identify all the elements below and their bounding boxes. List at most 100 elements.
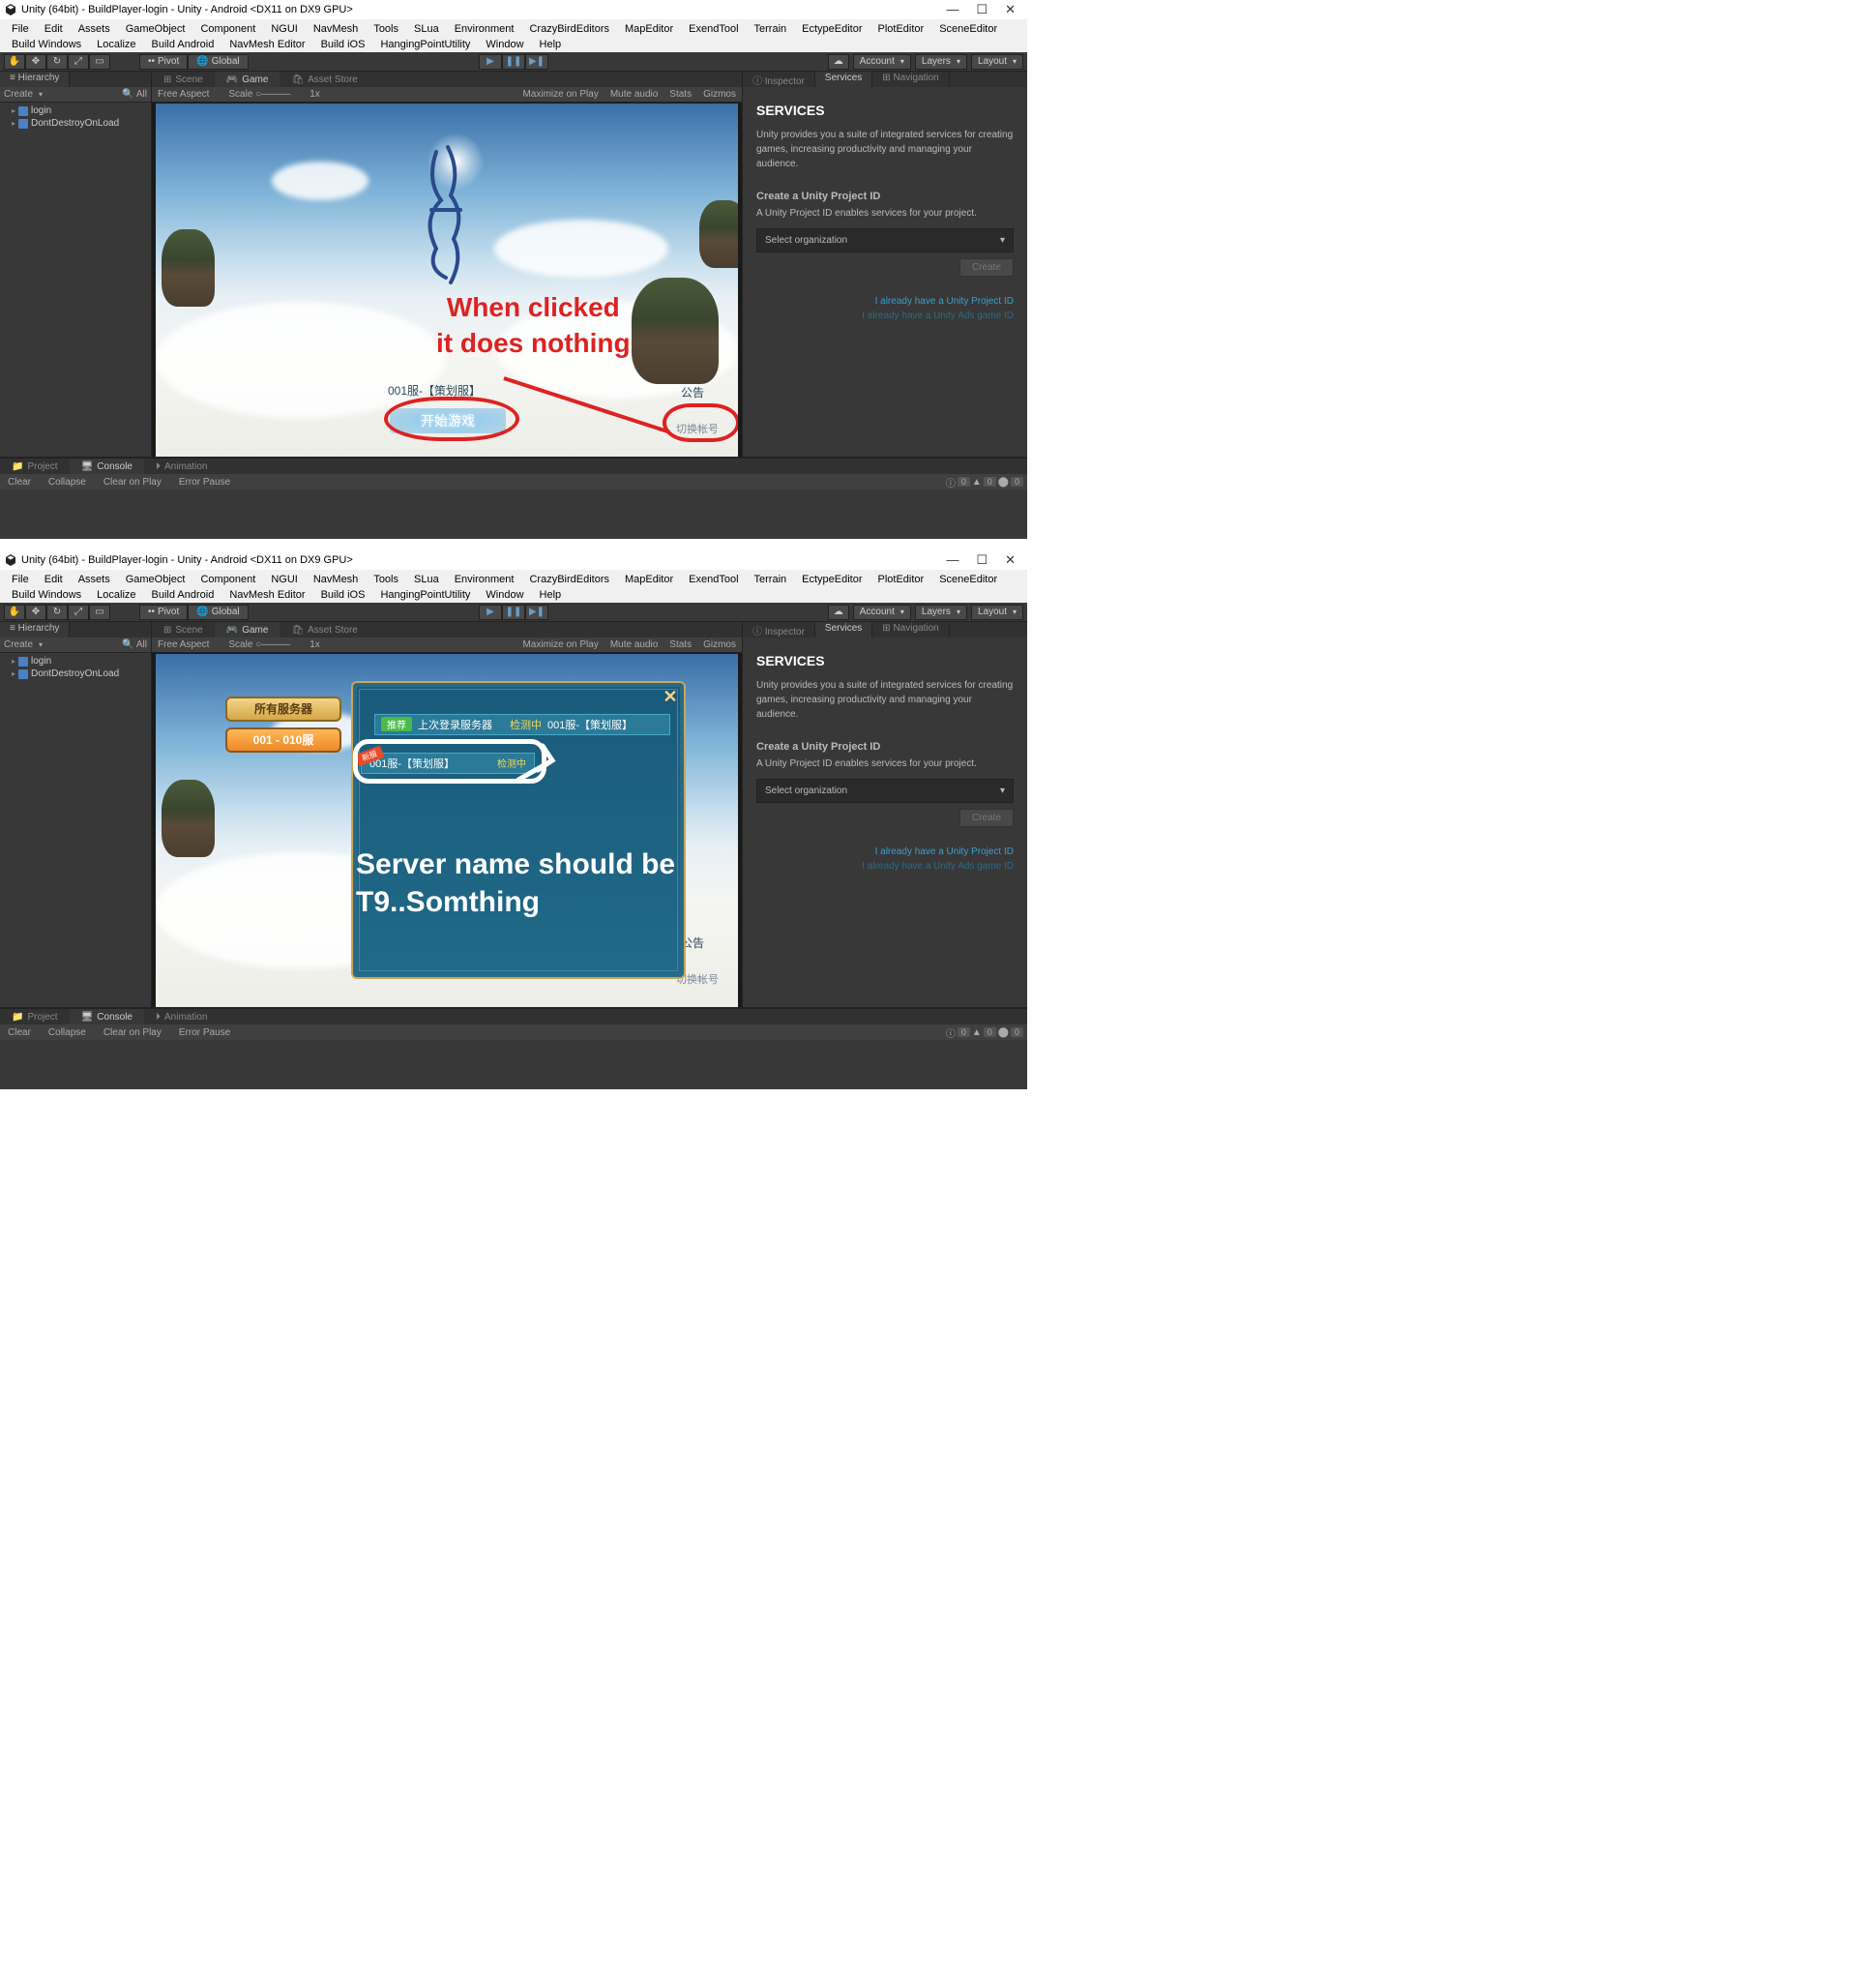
create-button[interactable]: Create bbox=[959, 809, 1014, 827]
menu-crazybird[interactable]: CrazyBirdEditors bbox=[521, 572, 617, 587]
error-icon[interactable]: ⬤ bbox=[998, 1027, 1009, 1038]
maximize-button[interactable]: ☐ bbox=[976, 2, 987, 17]
rotate-tool-icon[interactable]: ↻ bbox=[46, 605, 68, 620]
menu-navmesh[interactable]: NavMesh bbox=[306, 572, 366, 587]
navigation-tab[interactable]: ⊞ Navigation bbox=[872, 72, 949, 87]
menu-terrain[interactable]: Terrain bbox=[747, 21, 795, 37]
pivot-button[interactable]: •• Pivot bbox=[139, 54, 188, 70]
menu-hanging[interactable]: HangingPointUtility bbox=[372, 587, 478, 603]
navigation-tab[interactable]: ⊞ Navigation bbox=[872, 622, 949, 638]
account-dropdown[interactable]: Account bbox=[853, 54, 911, 70]
info-icon[interactable]: ⓘ bbox=[946, 1025, 956, 1040]
search-all[interactable]: All bbox=[136, 89, 147, 100]
stats-toggle[interactable]: Stats bbox=[669, 89, 692, 100]
layout-dropdown[interactable]: Layout bbox=[971, 605, 1023, 620]
menu-ectype[interactable]: EctypeEditor bbox=[794, 21, 870, 37]
all-servers-button[interactable]: 所有服务器 bbox=[225, 697, 341, 722]
close-icon[interactable]: ✕ bbox=[661, 687, 680, 706]
gizmos-toggle[interactable]: Gizmos bbox=[703, 639, 736, 650]
menu-ectype[interactable]: EctypeEditor bbox=[794, 572, 870, 587]
menu-edit[interactable]: Edit bbox=[37, 572, 71, 587]
error-icon[interactable]: ⬤ bbox=[998, 477, 1009, 488]
play-button[interactable]: ▶ bbox=[479, 54, 502, 70]
menu-file[interactable]: File bbox=[4, 21, 37, 37]
hierarchy-item-dontdestroy[interactable]: DontDestroyOnLoad bbox=[0, 668, 151, 680]
gizmos-toggle[interactable]: Gizmos bbox=[703, 89, 736, 100]
clear-button[interactable]: Clear bbox=[4, 1027, 35, 1038]
collapse-button[interactable]: Collapse bbox=[44, 1027, 90, 1038]
create-dropdown[interactable]: Create bbox=[4, 89, 33, 100]
menu-ngui[interactable]: NGUI bbox=[263, 21, 306, 37]
menu-assets[interactable]: Assets bbox=[71, 572, 118, 587]
asset-store-tab[interactable]: 🛍 Asset Store bbox=[280, 622, 368, 638]
pause-button[interactable]: ❚❚ bbox=[502, 605, 525, 620]
warn-icon[interactable]: ▲ bbox=[972, 477, 982, 488]
step-button[interactable]: ▶❚ bbox=[525, 54, 548, 70]
hand-tool-icon[interactable]: ✋ bbox=[4, 605, 25, 620]
menu-plot[interactable]: PlotEditor bbox=[870, 572, 932, 587]
menu-tools[interactable]: Tools bbox=[366, 21, 406, 37]
inspector-tab[interactable]: ⓘ Inspector bbox=[743, 622, 815, 638]
menu-window[interactable]: Window bbox=[478, 587, 531, 603]
rotate-tool-icon[interactable]: ↻ bbox=[46, 54, 68, 70]
scene-tab[interactable]: ⊞ Scene bbox=[152, 72, 215, 87]
scale-tool-icon[interactable]: ⤢ bbox=[68, 54, 89, 70]
collapse-button[interactable]: Collapse bbox=[44, 477, 90, 488]
menu-navmesheditor[interactable]: NavMesh Editor bbox=[221, 37, 312, 52]
menu-localize[interactable]: Localize bbox=[89, 587, 143, 603]
menu-slua[interactable]: SLua bbox=[406, 21, 447, 37]
org-dropdown[interactable]: Select organization▾ bbox=[756, 228, 1014, 252]
menu-buildios[interactable]: Build iOS bbox=[313, 587, 373, 603]
project-tab[interactable]: 📁 Project bbox=[0, 459, 70, 474]
menu-exendtool[interactable]: ExendTool bbox=[681, 572, 746, 587]
animation-tab[interactable]: ⏵ Animation bbox=[144, 1009, 219, 1024]
menu-slua[interactable]: SLua bbox=[406, 572, 447, 587]
menu-buildwin[interactable]: Build Windows bbox=[4, 587, 89, 603]
clear-button[interactable]: Clear bbox=[4, 477, 35, 488]
clear-on-play-button[interactable]: Clear on Play bbox=[100, 477, 165, 488]
stats-toggle[interactable]: Stats bbox=[669, 639, 692, 650]
game-canvas[interactable]: 001服-【策划服】 开始游戏 公告 切换帐号 When clicked it … bbox=[156, 104, 738, 457]
maximize-button[interactable]: ☐ bbox=[976, 552, 987, 568]
server-range-button[interactable]: 001 - 010服 bbox=[225, 727, 341, 753]
minimize-button[interactable]: — bbox=[946, 552, 958, 568]
menu-buildios[interactable]: Build iOS bbox=[313, 37, 373, 52]
global-button[interactable]: 🌐 Global bbox=[188, 605, 248, 620]
menu-component[interactable]: Component bbox=[192, 572, 263, 587]
menu-environment[interactable]: Environment bbox=[447, 572, 522, 587]
layers-dropdown[interactable]: Layers bbox=[915, 605, 967, 620]
project-tab[interactable]: 📁 Project bbox=[0, 1009, 70, 1024]
global-button[interactable]: 🌐 Global bbox=[188, 54, 248, 70]
clear-on-play-button[interactable]: Clear on Play bbox=[100, 1027, 165, 1038]
move-tool-icon[interactable]: ✥ bbox=[25, 605, 46, 620]
mute-toggle[interactable]: Mute audio bbox=[610, 639, 658, 650]
hand-tool-icon[interactable]: ✋ bbox=[4, 54, 25, 70]
menu-terrain[interactable]: Terrain bbox=[747, 572, 795, 587]
menu-crazybird[interactable]: CrazyBirdEditors bbox=[521, 21, 617, 37]
game-canvas[interactable]: 公告 切换帐号 所有服务器 001 - 010服 ✕ 推荐 上次登录服务器 检测… bbox=[156, 654, 738, 1007]
menu-ngui[interactable]: NGUI bbox=[263, 572, 306, 587]
info-icon[interactable]: ⓘ bbox=[946, 475, 956, 490]
menu-navmesheditor[interactable]: NavMesh Editor bbox=[221, 587, 312, 603]
minimize-button[interactable]: — bbox=[946, 2, 958, 17]
game-tab[interactable]: 🎮 Game bbox=[215, 72, 280, 87]
create-dropdown[interactable]: Create bbox=[4, 639, 33, 650]
layout-dropdown[interactable]: Layout bbox=[971, 54, 1023, 70]
menu-help[interactable]: Help bbox=[532, 37, 570, 52]
existing-ads-link[interactable]: I already have a Unity Ads game ID bbox=[756, 861, 1014, 872]
hierarchy-item-login[interactable]: login bbox=[0, 655, 151, 668]
game-tab[interactable]: 🎮 Game bbox=[215, 622, 280, 638]
menu-hanging[interactable]: HangingPointUtility bbox=[372, 37, 478, 52]
menu-help[interactable]: Help bbox=[532, 587, 570, 603]
services-tab[interactable]: Services bbox=[815, 622, 872, 638]
scene-tab[interactable]: ⊞ Scene bbox=[152, 622, 215, 638]
existing-ads-link[interactable]: I already have a Unity Ads game ID bbox=[756, 311, 1014, 321]
menu-buildandroid[interactable]: Build Android bbox=[144, 587, 222, 603]
menu-mapeditor[interactable]: MapEditor bbox=[617, 572, 681, 587]
menu-buildandroid[interactable]: Build Android bbox=[144, 37, 222, 52]
menu-gameobject[interactable]: GameObject bbox=[118, 572, 193, 587]
aspect-dropdown[interactable]: Free Aspect bbox=[158, 639, 209, 650]
services-tab[interactable]: Services bbox=[815, 72, 872, 87]
error-pause-button[interactable]: Error Pause bbox=[175, 1027, 234, 1038]
inspector-tab[interactable]: ⓘ Inspector bbox=[743, 72, 815, 87]
